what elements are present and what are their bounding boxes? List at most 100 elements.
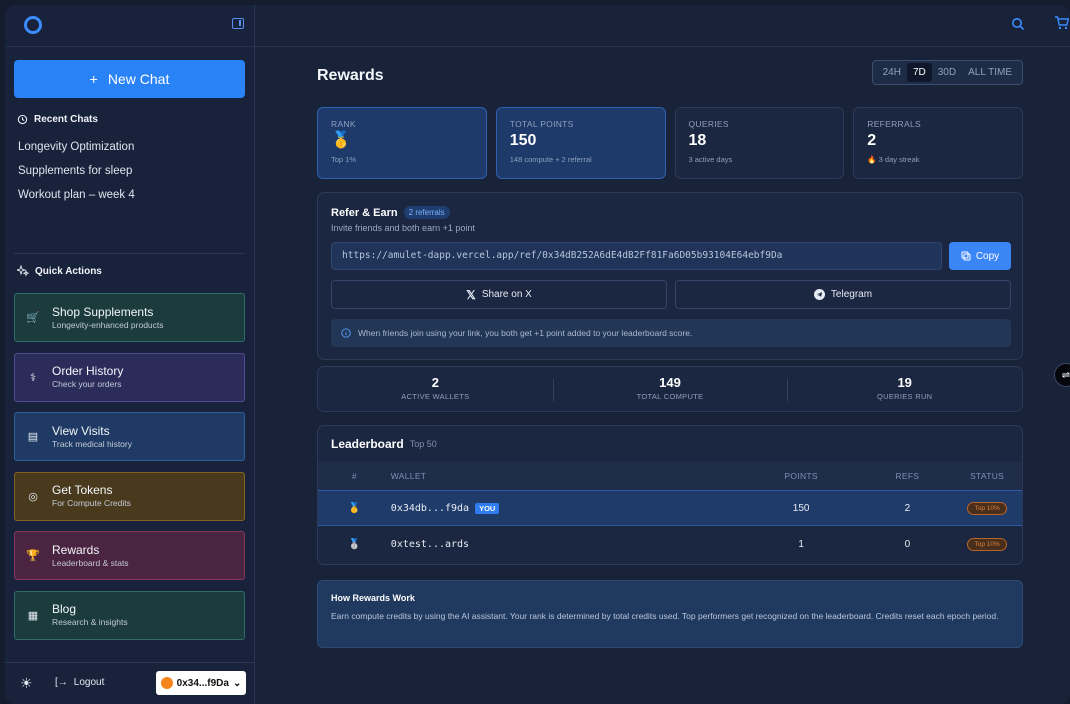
notebook-icon: ▦ — [27, 609, 39, 622]
divider — [14, 253, 245, 254]
points-cell: 1 — [798, 539, 804, 550]
leaderboard-card: Leaderboard Top 50 # WALLET POINTS REFS … — [317, 425, 1023, 565]
recent-chat-item[interactable]: Workout plan – week 4 — [18, 183, 135, 207]
cart-icon: 🛒 — [26, 312, 40, 324]
col-points-header: POINTS — [784, 471, 818, 481]
quick-action-subtitle: Check your orders — [52, 379, 122, 389]
recent-chat-item[interactable]: Supplements for sleep — [18, 159, 135, 183]
summary-label: TOTAL COMPUTE — [636, 392, 704, 401]
stat-value: 🥇 — [331, 132, 351, 149]
how-body: Earn compute credits by using the AI ass… — [331, 611, 999, 621]
referral-info-bar: When friends join using your link, you b… — [331, 319, 1011, 347]
stat-card-total-points: TOTAL POINTS 150 148 compute + 2 referral — [495, 107, 666, 179]
summary-value: 19 — [897, 375, 912, 390]
summary-value: 2 — [431, 375, 439, 390]
stat-subtext: 3 active days — [688, 155, 733, 164]
floating-toggle-icon[interactable]: ⇌ — [1054, 363, 1070, 387]
quick-action-rewards[interactable]: 🏆 Rewards Leaderboard & stats — [14, 531, 245, 580]
quick-action-blog[interactable]: ▦ Blog Research & insights — [14, 590, 245, 640]
sparkles-icon — [17, 265, 29, 277]
leaderboard-title: Leaderboard Top 50 — [331, 437, 437, 451]
stats-row: RANK 🥇 Top 1% TOTAL POINTS 150 148 compute + … — [317, 107, 1023, 179]
leaderboard-row[interactable]: 🥈 0xtest...ards 1 0 Top 10% — [318, 526, 1022, 563]
quick-action-shop-supplements[interactable]: 🛒 Shop Supplements Longevity-enhanced prod… — [14, 293, 245, 342]
summary-total-compute: 149 TOTAL COMPUTE — [552, 367, 788, 411]
refer-title: Refer & Earn 2 referrals — [331, 206, 450, 219]
how-title: How Rewards Work — [331, 593, 415, 603]
logout-button[interactable]: [→ Logout — [55, 677, 104, 688]
new-chat-label: New Chat — [107, 71, 170, 87]
sidebar-header — [5, 5, 254, 47]
quick-action-order-history[interactable]: ⚕ Order History Check your orders — [14, 352, 245, 402]
time-range-tabs: 24H 7D 30D ALL TIME — [871, 60, 1023, 85]
info-icon — [341, 328, 351, 338]
summary-stats: 2 ACTIVE WALLETS 149 TOTAL COMPUTE 19 QUERIES… — [317, 366, 1023, 412]
quick-action-subtitle: For Compute Credits — [52, 498, 131, 508]
trophy-icon: 🏆 — [26, 550, 40, 562]
share-on-x-button[interactable]: 𝕏 Share on X — [331, 280, 667, 309]
copy-button[interactable]: Copy — [949, 242, 1011, 270]
quick-action-subtitle: Longevity-enhanced products — [52, 319, 164, 330]
tab-all-time[interactable]: ALL TIME — [962, 63, 1018, 82]
quick-action-title: Get Tokens — [52, 483, 113, 497]
refs-cell: 2 — [904, 502, 911, 514]
col-status-header: STATUS — [970, 471, 1005, 481]
tab-30d[interactable]: 30D — [932, 63, 962, 82]
stat-card-referrals: REFERRALS 2 🔥 3 day streak — [853, 107, 1023, 179]
target-icon: ◎ — [28, 490, 38, 503]
status-badge: Top 10% — [967, 501, 1007, 515]
stat-label: RANK — [331, 119, 356, 129]
telegram-icon — [813, 289, 825, 300]
theme-toggle-sun-icon[interactable]: ☀ — [20, 675, 33, 692]
col-wallet-header: WALLET — [390, 471, 427, 481]
points-cell: 150 — [792, 502, 810, 514]
summary-active-wallets: 2 ACTIVE WALLETS — [318, 367, 553, 411]
cart-icon[interactable] — [1054, 15, 1070, 31]
wallet-button[interactable]: 0x34...f9Da ⌄ — [156, 671, 246, 695]
refs-cell: 0 — [904, 539, 911, 550]
quick-action-subtitle: Leaderboard & stats — [52, 557, 129, 568]
quick-action-title: Order History — [52, 364, 124, 378]
leaderboard-header-row: # WALLET POINTS REFS STATUS — [318, 462, 1022, 490]
col-rank-header: # — [351, 471, 357, 481]
stat-label: TOTAL POINTS — [509, 119, 574, 129]
summary-value: 149 — [659, 375, 681, 390]
stat-subtext: 148 compute + 2 referral — [509, 155, 592, 164]
app-window: + New Chat Recent Chats Longevity Optimi… — [5, 5, 1070, 704]
stat-subtext: Top 1% — [331, 155, 357, 164]
top-bar — [255, 5, 1070, 47]
gold-medal-icon: 🥇 — [348, 502, 361, 514]
plus-icon: + — [89, 71, 98, 87]
stat-value: 2 — [867, 132, 877, 149]
new-chat-button[interactable]: + New Chat — [14, 60, 245, 98]
history-icon — [17, 114, 28, 125]
tab-7d[interactable]: 7D — [906, 63, 932, 82]
quick-actions-heading: Quick Actions — [17, 265, 102, 277]
quick-action-view-visits[interactable]: ▤ View Visits Track medical history — [14, 412, 245, 461]
how-rewards-work-card: How Rewards Work Earn compute credits by… — [317, 580, 1023, 648]
logo-icon[interactable] — [24, 16, 42, 34]
quick-action-title: Shop Supplements — [52, 304, 154, 319]
sidebar-toggle-icon[interactable] — [232, 18, 244, 29]
stat-card-queries: QUERIES 18 3 active days — [674, 107, 845, 179]
stat-card-rank: RANK 🥇 Top 1% — [317, 107, 487, 179]
referrals-badge: 2 referrals — [403, 206, 450, 219]
leaderboard-row-current-user[interactable]: 🥇 0x34db...f9da YOU 150 2 Top 10% — [318, 490, 1022, 526]
logout-icon: [→ — [55, 677, 68, 688]
quick-action-subtitle: Research & insights — [52, 617, 128, 627]
quick-action-get-tokens[interactable]: ◎ Get Tokens For Compute Credits — [14, 471, 245, 521]
you-badge: YOU — [475, 502, 500, 514]
telegram-button[interactable]: Telegram — [675, 280, 1011, 309]
referral-link-field[interactable]: https://amulet-dapp.vercel.app/ref/0x34d… — [331, 242, 942, 270]
refer-subtitle: Invite friends and both earn +1 point — [331, 223, 475, 233]
silver-medal-icon: 🥈 — [348, 539, 361, 550]
search-icon[interactable] — [1011, 17, 1025, 31]
stat-subtext: 🔥 3 day streak — [867, 155, 920, 164]
recent-chats-list: Longevity Optimization Supplements for s… — [18, 135, 135, 207]
wallet-address: 0xtest...ards — [390, 539, 470, 550]
tab-24h[interactable]: 24H — [877, 63, 907, 82]
recent-chat-item[interactable]: Longevity Optimization — [18, 135, 135, 159]
stethoscope-icon: ⚕ — [30, 371, 36, 384]
summary-label: QUERIES RUN — [876, 392, 933, 401]
metamask-fox-icon — [160, 677, 173, 689]
